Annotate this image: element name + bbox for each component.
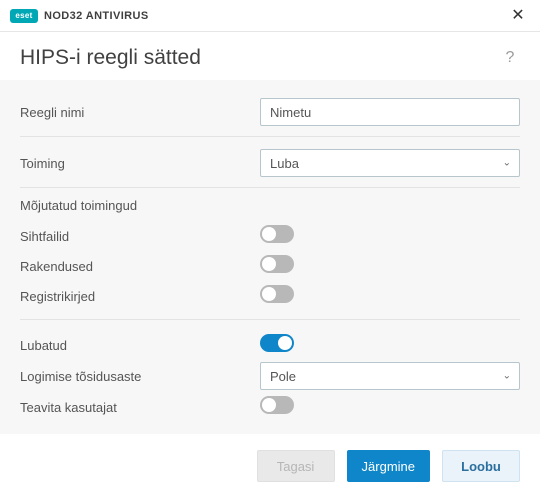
- action-label: Toiming: [20, 156, 260, 171]
- titlebar: eset NOD32 ANTIVIRUS ✕: [0, 0, 540, 32]
- row-action: Toiming Luba ⌄: [20, 147, 520, 179]
- notify-toggle[interactable]: [260, 396, 294, 414]
- help-icon[interactable]: ?: [500, 49, 520, 67]
- affected-ops-title: Mõjutatud toimingud: [20, 198, 520, 213]
- close-icon[interactable]: ✕: [508, 8, 528, 24]
- row-registry: Registrikirjed: [20, 281, 520, 311]
- settings-panel: Reegli nimi Toiming Luba ⌄ Mõjutatud toi…: [0, 80, 540, 434]
- target-files-toggle[interactable]: [260, 225, 294, 243]
- row-notify: Teavita kasutajat: [20, 392, 520, 422]
- back-button: Tagasi: [257, 450, 335, 482]
- chevron-down-icon: ⌄: [503, 158, 511, 169]
- severity-label: Logimise tõsidusaste: [20, 369, 260, 384]
- row-enabled: Lubatud: [20, 330, 520, 360]
- cancel-button[interactable]: Loobu: [442, 450, 520, 482]
- enabled-toggle[interactable]: [260, 334, 294, 352]
- action-select[interactable]: Luba ⌄: [260, 149, 520, 177]
- page-title: HIPS-i reegli sätted: [20, 46, 201, 70]
- footer: Tagasi Järgmine Loobu: [0, 434, 540, 498]
- rule-name-input[interactable]: [260, 98, 520, 126]
- action-select-value: Luba: [270, 156, 299, 171]
- rule-name-label: Reegli nimi: [20, 105, 260, 120]
- next-button[interactable]: Järgmine: [347, 450, 430, 482]
- applications-toggle[interactable]: [260, 255, 294, 273]
- enabled-label: Lubatud: [20, 338, 260, 353]
- registry-label: Registrikirjed: [20, 289, 260, 304]
- notify-label: Teavita kasutajat: [20, 400, 260, 415]
- target-files-label: Sihtfailid: [20, 229, 260, 244]
- divider: [20, 136, 520, 137]
- row-rule-name: Reegli nimi: [20, 96, 520, 128]
- row-target-files: Sihtfailid: [20, 221, 520, 251]
- applications-label: Rakendused: [20, 259, 260, 274]
- brand: eset NOD32 ANTIVIRUS: [10, 9, 149, 23]
- row-applications: Rakendused: [20, 251, 520, 281]
- registry-toggle[interactable]: [260, 285, 294, 303]
- header: HIPS-i reegli sätted ?: [0, 32, 540, 80]
- severity-select[interactable]: Pole ⌄: [260, 362, 520, 390]
- brand-logo: eset: [10, 9, 38, 23]
- severity-select-value: Pole: [270, 369, 296, 384]
- chevron-down-icon: ⌄: [503, 371, 511, 382]
- divider: [20, 319, 520, 320]
- divider: [20, 187, 520, 188]
- brand-product: NOD32 ANTIVIRUS: [44, 10, 149, 22]
- row-severity: Logimise tõsidusaste Pole ⌄: [20, 360, 520, 392]
